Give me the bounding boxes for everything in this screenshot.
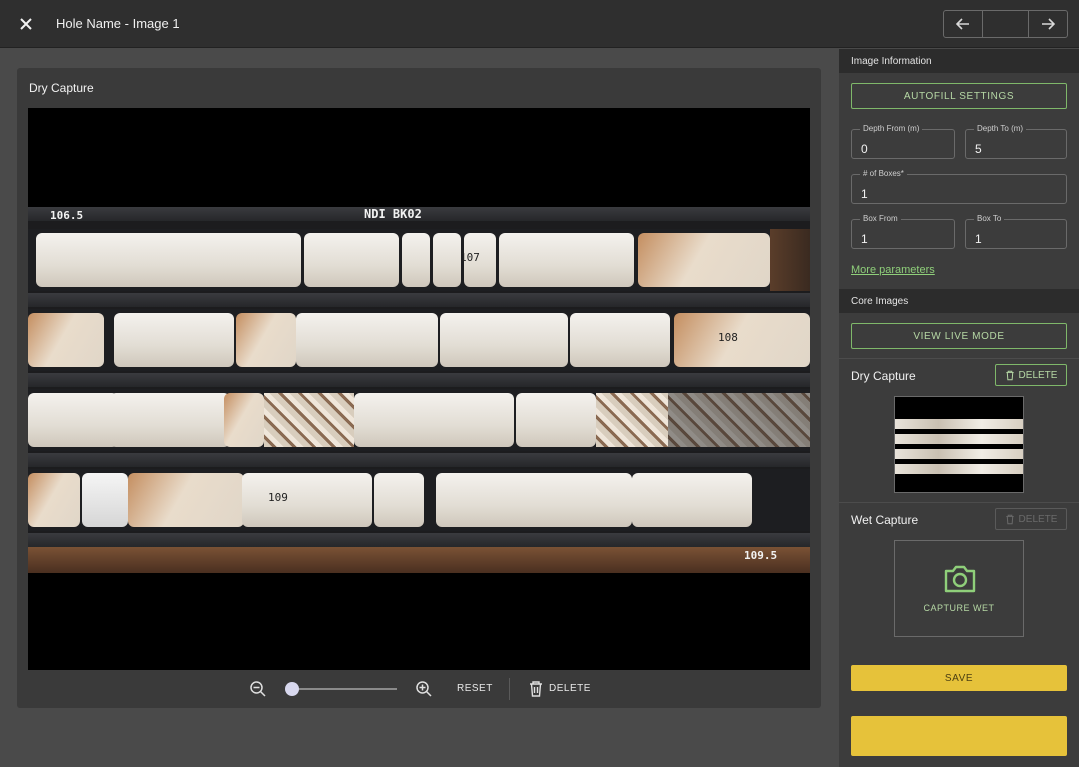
depth-start-label: 106.5 [50, 209, 84, 222]
image-pager [943, 10, 1068, 38]
tray-rail [28, 453, 810, 467]
depth-to-label: Depth To (m) [974, 124, 1027, 133]
num-boxes-field[interactable]: # of Boxes* 1 [851, 169, 1067, 204]
depth-end-label: 109.5 [744, 549, 778, 562]
core-row: 109 [28, 469, 810, 531]
arrow-right-icon [1042, 18, 1055, 30]
previous-image-button[interactable] [944, 11, 982, 37]
capture-wet-label: CAPTURE WET [923, 603, 995, 613]
box-from-value[interactable]: 1 [861, 232, 943, 246]
delete-image-button[interactable]: DELETE [549, 683, 591, 694]
depth-mark-107: 107 [460, 251, 480, 264]
delete-label: DELETE [1018, 369, 1058, 381]
core-row: 108 [28, 309, 810, 371]
tray-rail [28, 533, 810, 547]
save-button[interactable]: SAVE [851, 665, 1067, 691]
zoom-out-icon[interactable] [249, 680, 267, 698]
card-title: Dry Capture [29, 81, 94, 95]
depth-mark-109: 109 [268, 491, 288, 504]
depth-from-value[interactable]: 0 [861, 142, 943, 156]
box-to-label: Box To [974, 214, 1005, 223]
reset-zoom-button[interactable]: RESET [457, 683, 493, 694]
trash-icon[interactable] [528, 680, 546, 698]
depth-mark-108: 108 [718, 331, 738, 344]
box-from-label: Box From [860, 214, 901, 223]
trash-icon [1005, 514, 1014, 524]
next-image-button[interactable] [1029, 11, 1067, 37]
divider [839, 502, 1079, 503]
zoom-in-icon[interactable] [415, 680, 433, 698]
autofill-settings-button[interactable]: AUTOFILL SETTINGS [851, 83, 1067, 109]
page-title: Hole Name - Image 1 [56, 16, 180, 31]
core-row: 107 [28, 229, 810, 291]
zoom-slider-thumb[interactable] [285, 682, 299, 696]
core-tray-photo: 106.5 NDI BK02 107 108 109 109.5 [28, 207, 810, 573]
view-live-mode-button[interactable]: VIEW LIVE MODE [851, 323, 1067, 349]
depth-to-value[interactable]: 5 [975, 142, 1055, 156]
depth-from-label: Depth From (m) [860, 124, 923, 133]
tray-id-label: NDI BK02 [364, 207, 422, 221]
arrow-left-icon [956, 18, 969, 30]
core-images-heading: Core Images [839, 289, 1079, 313]
box-from-field[interactable]: Box From 1 [851, 214, 955, 249]
image-card: Dry Capture 106.5 NDI BK02 107 108 109 1… [17, 68, 821, 708]
top-bar: Hole Name - Image 1 [0, 0, 1079, 48]
trash-icon [1005, 370, 1014, 380]
side-panel: Image Information AUTOFILL SETTINGS Dept… [839, 49, 1079, 767]
more-parameters-link[interactable]: More parameters [851, 264, 935, 276]
dry-capture-label: Dry Capture [851, 369, 916, 383]
wet-capture-label: Wet Capture [851, 513, 919, 527]
zoom-slider-track[interactable] [289, 688, 397, 690]
num-boxes-value[interactable]: 1 [861, 187, 1032, 201]
core-row [28, 389, 810, 451]
pager-indicator [982, 11, 1029, 37]
tray-rail [28, 293, 810, 307]
num-boxes-label: # of Boxes* [860, 169, 907, 178]
depth-to-field[interactable]: Depth To (m) 5 [965, 124, 1067, 159]
camera-icon [944, 565, 976, 593]
controls-divider [509, 678, 510, 700]
dry-capture-thumbnail[interactable] [894, 396, 1024, 493]
tray-rail [28, 373, 810, 387]
capture-wet-button[interactable]: CAPTURE WET [894, 540, 1024, 637]
image-information-heading: Image Information [839, 49, 1079, 73]
viewer-controls: RESET DELETE [17, 678, 821, 700]
divider [839, 358, 1079, 359]
tray-base [28, 547, 810, 573]
delete-label: DELETE [1018, 513, 1058, 525]
box-to-field[interactable]: Box To 1 [965, 214, 1067, 249]
image-viewer[interactable]: 106.5 NDI BK02 107 108 109 109.5 [28, 108, 810, 670]
delete-wet-capture-button[interactable]: DELETE [995, 508, 1067, 530]
next-action-button[interactable] [851, 716, 1067, 756]
close-icon[interactable] [14, 12, 38, 36]
delete-dry-capture-button[interactable]: DELETE [995, 364, 1067, 386]
box-to-value[interactable]: 1 [975, 232, 1055, 246]
depth-from-field[interactable]: Depth From (m) 0 [851, 124, 955, 159]
